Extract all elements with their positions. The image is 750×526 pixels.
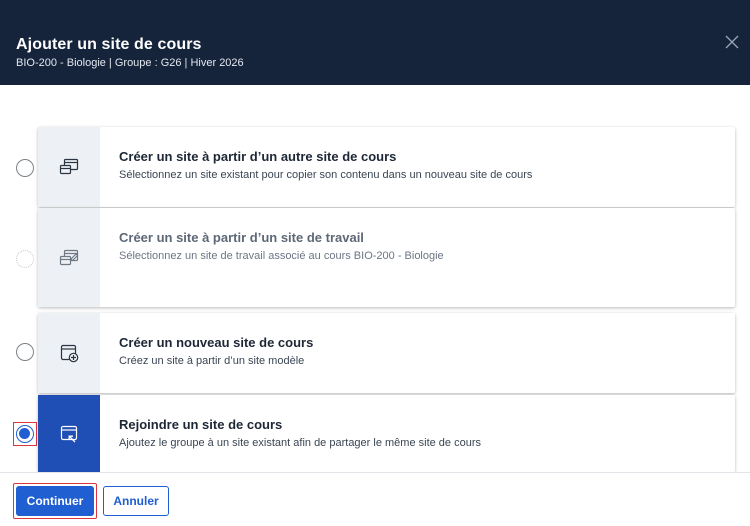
cancel-button[interactable]: Annuler xyxy=(103,486,169,516)
work-site-icon xyxy=(59,249,79,265)
option-row-copy-site: Créer un site à partir d’un autre site d… xyxy=(0,127,750,207)
new-site-icon xyxy=(60,344,79,363)
dialog-subtitle: BIO-200 - Biologie | Groupe : G26 | Hive… xyxy=(16,57,244,69)
continue-button[interactable]: Continuer xyxy=(16,486,94,516)
radio-join-site-wrap xyxy=(13,422,37,446)
radio-new-site[interactable] xyxy=(16,343,34,361)
radio-new-site-wrap xyxy=(14,341,36,363)
dialog-footer: Continuer Annuler xyxy=(0,472,750,526)
radio-copy-site[interactable] xyxy=(16,159,34,177)
option-card-copy-site[interactable]: Créer un site à partir d’un autre site d… xyxy=(38,127,735,207)
radio-work-site xyxy=(16,250,34,268)
option-description: Ajoutez le groupe à un site existant afi… xyxy=(119,437,481,449)
option-description: Créez un site à partir d’un site modèle xyxy=(119,355,305,367)
option-card-join-site[interactable]: Rejoindre un site de cours Ajoutez le gr… xyxy=(38,395,735,472)
option-row-join-site: Rejoindre un site de cours Ajoutez le gr… xyxy=(0,395,750,472)
join-site-icon xyxy=(60,425,78,442)
dialog-title: Ajouter un site de cours xyxy=(16,36,202,53)
option-icon-box xyxy=(38,208,100,307)
option-title: Créer un site à partir d’un autre site d… xyxy=(119,149,397,164)
option-icon-box xyxy=(38,127,100,207)
option-card-new-site[interactable]: Créer un nouveau site de cours Créez un … xyxy=(38,313,735,393)
option-row-work-site: Créer un site à partir d’un site de trav… xyxy=(0,208,750,307)
option-description: Sélectionnez un site existant pour copie… xyxy=(119,169,533,181)
option-title: Rejoindre un site de cours xyxy=(119,417,283,432)
option-icon-box xyxy=(38,395,100,472)
option-row-new-site: Créer un nouveau site de cours Créez un … xyxy=(0,313,750,393)
dialog-header: Ajouter un site de cours BIO-200 - Biolo… xyxy=(0,0,750,85)
copy-site-icon xyxy=(59,158,79,175)
option-title: Créer un nouveau site de cours xyxy=(119,335,314,350)
radio-work-site-wrap xyxy=(14,248,36,270)
radio-join-site[interactable] xyxy=(16,425,34,443)
radio-copy-site-wrap xyxy=(14,157,36,179)
option-card-work-site: Créer un site à partir d’un site de trav… xyxy=(38,208,735,307)
close-icon[interactable] xyxy=(724,34,740,50)
option-icon-box xyxy=(38,313,100,393)
option-title: Créer un site à partir d’un site de trav… xyxy=(119,230,364,245)
option-description: Sélectionnez un site de travail associé … xyxy=(119,250,444,262)
